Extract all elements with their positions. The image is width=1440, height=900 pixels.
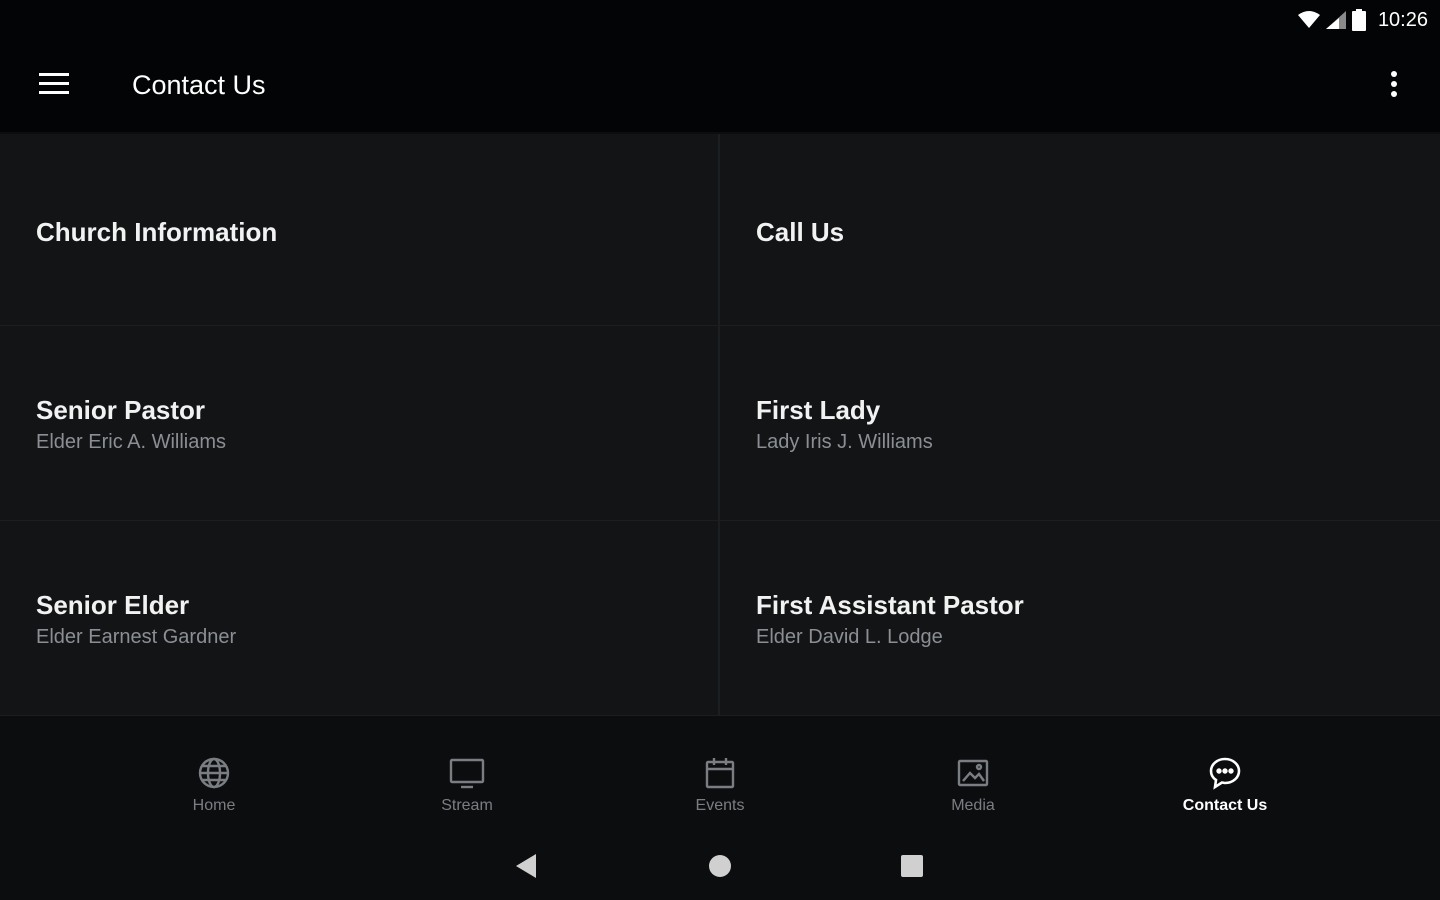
- hamburger-menu-icon: [39, 72, 69, 100]
- overflow-menu-button[interactable]: [1372, 64, 1416, 108]
- app-bar: Contact Us: [0, 40, 1440, 132]
- nav-label: Stream: [441, 797, 493, 814]
- menu-button[interactable]: [26, 64, 82, 108]
- contact-card-title: Church Information: [36, 217, 278, 247]
- nav-item-home[interactable]: Home: [144, 756, 284, 815]
- nav-item-media[interactable]: Media: [903, 756, 1043, 815]
- status-bar: 10:26: [0, 0, 1440, 40]
- contact-card-senior-pastor[interactable]: Senior Pastor Elder Eric A. Williams: [0, 326, 720, 521]
- system-navigation-bar: [0, 832, 1440, 900]
- nav-label: Events: [695, 797, 745, 814]
- image-icon: [956, 756, 990, 795]
- nav-item-events[interactable]: Events: [650, 756, 790, 815]
- bottom-navigation: Home Stream Events Media Contact Us: [0, 716, 1440, 832]
- calendar-icon: [703, 756, 737, 795]
- cell-signal-icon: [1325, 11, 1346, 29]
- contact-card-title: First Assistant Pastor: [756, 590, 1024, 620]
- contact-card-subtitle: Lady Iris J. Williams: [756, 431, 933, 453]
- back-button[interactable]: [508, 850, 544, 886]
- recents-square-icon: [900, 854, 924, 883]
- contact-card-call-us[interactable]: Call Us: [720, 134, 1440, 326]
- contact-card-first-assistant-pastor[interactable]: First Assistant Pastor Elder David L. Lo…: [720, 521, 1440, 716]
- nav-label: Home: [192, 797, 236, 814]
- recents-button[interactable]: [894, 850, 930, 886]
- contact-card-title: Senior Elder: [36, 590, 190, 620]
- contact-card-title: Senior Pastor: [36, 395, 206, 425]
- wifi-icon: [1297, 11, 1320, 29]
- contact-card-subtitle: Elder David L. Lodge: [756, 626, 943, 648]
- contact-card-church-information[interactable]: Church Information: [0, 134, 720, 326]
- nav-label: Media: [951, 797, 995, 814]
- back-triangle-icon: [514, 853, 538, 884]
- globe-icon: [197, 756, 231, 795]
- contact-card-title: Call Us: [756, 217, 845, 247]
- page-title: Contact Us: [132, 70, 266, 100]
- contact-card-subtitle: Elder Eric A. Williams: [36, 431, 227, 453]
- contact-grid: Church Information Call Us Senior Pastor…: [0, 134, 1440, 716]
- chat-bubble-icon: [1208, 756, 1242, 795]
- battery-icon: [1351, 9, 1366, 31]
- nav-item-contact-us[interactable]: Contact Us: [1155, 756, 1295, 815]
- more-vertical-icon: [1390, 70, 1398, 102]
- clock: 10:26: [1377, 8, 1428, 31]
- monitor-icon: [449, 756, 485, 795]
- home-circle-icon: [707, 853, 733, 884]
- home-button[interactable]: [702, 850, 738, 886]
- contact-card-subtitle: Elder Earnest Gardner: [36, 626, 237, 648]
- contact-card-title: First Lady: [756, 395, 881, 425]
- nav-item-stream[interactable]: Stream: [397, 756, 537, 815]
- contact-card-first-lady[interactable]: First Lady Lady Iris J. Williams: [720, 326, 1440, 521]
- contact-card-senior-elder[interactable]: Senior Elder Elder Earnest Gardner: [0, 521, 720, 716]
- nav-label: Contact Us: [1182, 797, 1268, 814]
